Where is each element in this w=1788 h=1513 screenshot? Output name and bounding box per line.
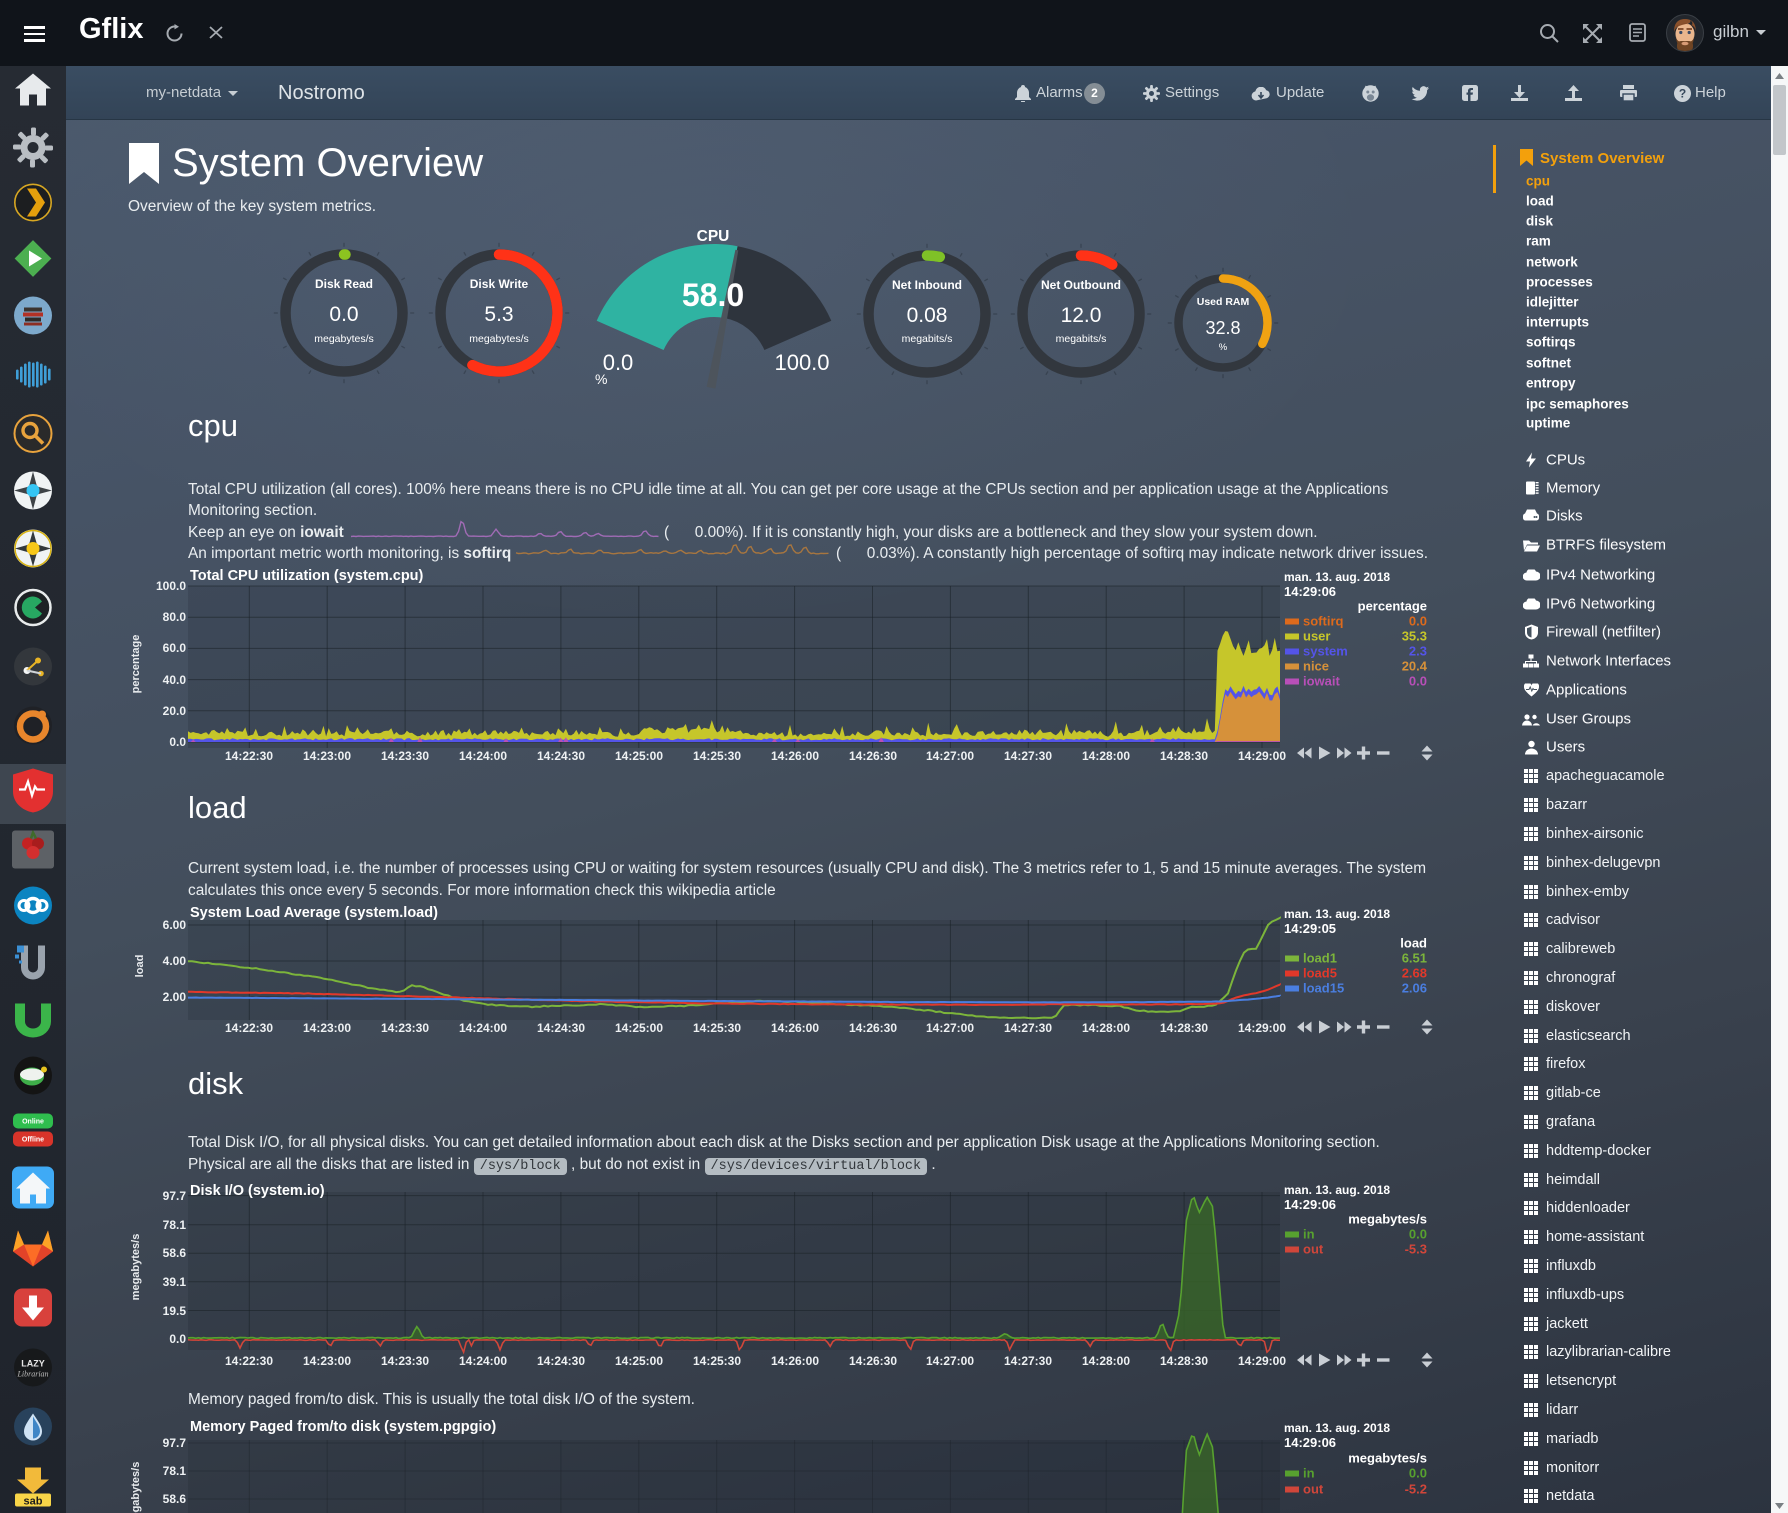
- svg-text:LAZY: LAZY: [21, 1359, 45, 1369]
- svg-text:Online: Online: [22, 1119, 44, 1126]
- svg-text:Offline: Offline: [22, 1137, 44, 1144]
- svg-text:Librarian: Librarian: [16, 1370, 48, 1379]
- svg-text:sab: sab: [24, 1496, 43, 1508]
- svg-text:?: ?: [1679, 87, 1686, 101]
